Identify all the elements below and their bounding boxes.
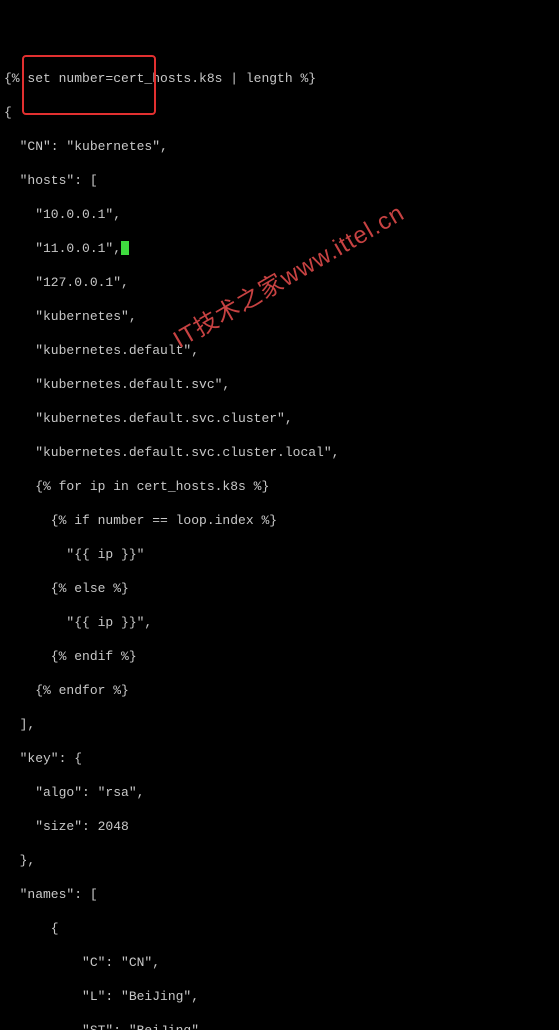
code-line: "size": 2048 bbox=[4, 818, 559, 835]
code-line: { bbox=[4, 920, 559, 937]
code-line: ], bbox=[4, 716, 559, 733]
code-line: "10.0.0.1", bbox=[4, 206, 559, 223]
code-line: "C": "CN", bbox=[4, 954, 559, 971]
code-line: "kubernetes.default", bbox=[4, 342, 559, 359]
code-line: "CN": "kubernetes", bbox=[4, 138, 559, 155]
code-line: {% endfor %} bbox=[4, 682, 559, 699]
code-line: "kubernetes", bbox=[4, 308, 559, 325]
terminal-cursor bbox=[121, 241, 129, 255]
code-line: "127.0.0.1", bbox=[4, 274, 559, 291]
code-text: "11.0.0.1", bbox=[4, 241, 121, 256]
code-line: }, bbox=[4, 852, 559, 869]
code-line: { bbox=[4, 104, 559, 121]
code-line: "{{ ip }}" bbox=[4, 546, 559, 563]
code-line: "kubernetes.default.svc", bbox=[4, 376, 559, 393]
code-line: "{{ ip }}", bbox=[4, 614, 559, 631]
code-line: {% endif %} bbox=[4, 648, 559, 665]
code-line-cursor: "11.0.0.1", bbox=[4, 240, 559, 257]
code-line: "algo": "rsa", bbox=[4, 784, 559, 801]
code-line: {% for ip in cert_hosts.k8s %} bbox=[4, 478, 559, 495]
code-line: "ST": "BeiJing", bbox=[4, 1022, 559, 1030]
code-line: "kubernetes.default.svc.cluster.local", bbox=[4, 444, 559, 461]
code-line: "hosts": [ bbox=[4, 172, 559, 189]
code-line: {% set number=cert_hosts.k8s | length %} bbox=[4, 70, 559, 87]
code-line: {% else %} bbox=[4, 580, 559, 597]
code-line: "L": "BeiJing", bbox=[4, 988, 559, 1005]
code-line: "names": [ bbox=[4, 886, 559, 903]
code-line: "kubernetes.default.svc.cluster", bbox=[4, 410, 559, 427]
code-line: "key": { bbox=[4, 750, 559, 767]
